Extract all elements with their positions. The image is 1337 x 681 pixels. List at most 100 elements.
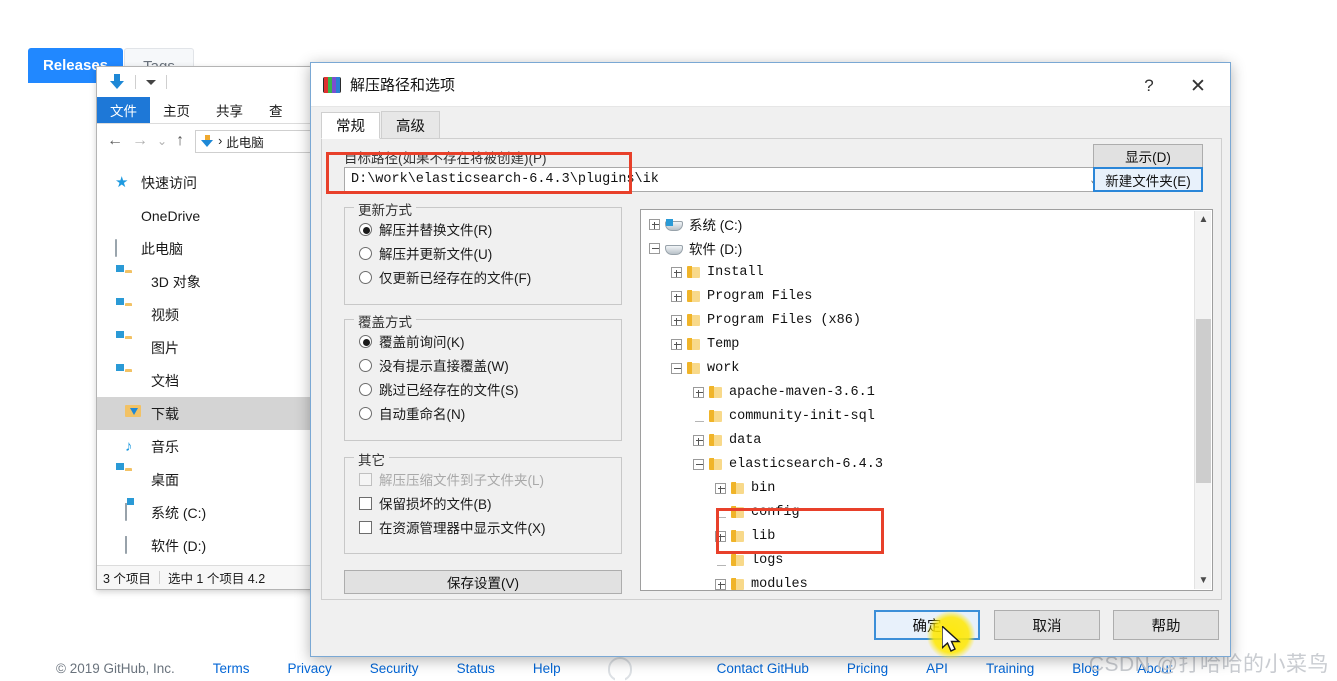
radio-icon [359,270,372,284]
nav-item-drive-c[interactable]: 系统 (C:) [97,496,323,529]
tree-node-modules[interactable]: modules [641,572,1194,590]
winrar-icon [323,76,341,93]
tree-node-label: apache-maven-3.6.1 [729,384,875,400]
footer-link-status[interactable]: Status [457,661,495,676]
radio-skip-existing[interactable]: 跳过已经存在的文件(S) [345,377,621,401]
chevron-down-icon[interactable]: ⌄ [157,134,167,148]
footer-link-contact-github[interactable]: Contact GitHub [717,661,809,676]
show-button[interactable]: 显示(D) [1093,144,1203,168]
footer-link-privacy[interactable]: Privacy [288,661,332,676]
nav-item-downloads[interactable]: 下载 [97,397,323,430]
tab-advanced[interactable]: 高级 [381,111,440,138]
nav-item-desktop[interactable]: 桌面 [97,463,323,496]
checkbox-show-in-explorer[interactable]: 在资源管理器中显示文件(X) [345,515,621,539]
tree-scrollbar[interactable]: ▲ ▼ [1194,211,1211,589]
nav-item-drive-d[interactable]: 软件 (D:) [97,529,323,562]
nav-item-documents[interactable]: 文档 [97,364,323,397]
radio-extract-update[interactable]: 解压并更新文件(U) [345,241,621,265]
expander-plus-icon[interactable] [715,482,726,494]
tree-node-temp[interactable]: Temp [641,332,1194,356]
tree-node-data[interactable]: data [641,428,1194,452]
tree-node-label: elasticsearch-6.4.3 [729,456,883,472]
tree-node-drive-c[interactable]: 系统 (C:) [641,212,1194,236]
expander-plus-icon[interactable] [671,314,682,326]
radio-update-existing-only[interactable]: 仅更新已经存在的文件(F) [345,265,621,289]
nav-item-onedrive[interactable]: OneDrive [97,199,323,232]
tree-node-drive-d[interactable]: 软件 (D:) [641,236,1194,260]
radio-ask-before-overwrite[interactable]: 覆盖前询问(K) [345,329,621,353]
nav-item-music[interactable]: ♪ 音乐 [97,430,323,463]
ribbon-tab-share[interactable]: 共享 [203,97,256,123]
radio-auto-rename[interactable]: 自动重命名(N) [345,401,621,425]
scroll-down-icon[interactable]: ▼ [1195,572,1212,589]
tree-node-label: bin [751,480,776,496]
nav-item-3d-objects[interactable]: 3D 对象 [97,265,323,298]
footer-link-pricing[interactable]: Pricing [847,661,888,676]
nav-label: 下载 [151,405,179,422]
expander-plus-icon[interactable] [715,578,726,590]
expander-plus-icon[interactable] [693,434,704,446]
nav-item-this-pc[interactable]: 此电脑 [97,232,323,265]
help-button[interactable]: 帮助 [1113,610,1219,640]
arrow-up-icon[interactable]: ↑ [176,132,184,150]
tree-node-community-init-sql[interactable]: community-init-sql [641,404,1194,428]
tree-node-bin[interactable]: bin [641,476,1194,500]
checkbox-keep-broken-files[interactable]: 保留损坏的文件(B) [345,491,621,515]
expander-plus-icon[interactable] [671,266,682,278]
tree-highlight-box [716,508,884,554]
file-explorer-window: 文件 主页 共享 查 ← → ⌄ ↑ › 此电脑 ★ 快速访问 OneDrive [96,66,324,590]
help-titlebar-button[interactable]: ? [1132,73,1166,99]
chevron-down-icon[interactable] [146,79,156,85]
drive-icon [125,536,142,554]
option-label: 解压压缩文件到子文件夹(L) [379,473,544,488]
folder-3d-icon [116,265,142,290]
save-settings-button[interactable]: 保存设置(V) [344,570,622,594]
ribbon-tab-view[interactable]: 查 [256,97,296,123]
overwrite-mode-group: 覆盖方式 覆盖前询问(K) 没有提示直接覆盖(W) 跳过已经存在的文件(S) 自… [344,311,622,441]
expander-minus-icon[interactable] [671,362,682,374]
tree-node-label: Program Files (x86) [707,312,861,328]
expander-plus-icon[interactable] [649,218,660,230]
arrow-left-icon[interactable]: ← [107,132,123,150]
cancel-button[interactable]: 取消 [994,610,1100,640]
footer-link-security[interactable]: Security [370,661,419,676]
address-path-box[interactable]: › 此电脑 [195,129,323,153]
tree-node-apache-maven[interactable]: apache-maven-3.6.1 [641,380,1194,404]
folder-desktop-icon [116,463,142,488]
dialog-title: 解压路径和选项 [350,77,456,94]
radio-icon [359,334,372,348]
tree-node-install[interactable]: Install [641,260,1194,284]
radio-overwrite-without-prompt[interactable]: 没有提示直接覆盖(W) [345,353,621,377]
folder-pictures-icon [116,331,142,356]
expander-plus-icon[interactable] [693,386,704,398]
new-folder-button[interactable]: 新建文件夹(E) [1093,167,1203,192]
footer-link-training[interactable]: Training [986,661,1034,676]
footer-link-help[interactable]: Help [533,661,561,676]
tree-node-program-files-x86[interactable]: Program Files (x86) [641,308,1194,332]
scroll-up-icon[interactable]: ▲ [1195,211,1212,228]
tree-node-elasticsearch[interactable]: elasticsearch-6.4.3 [641,452,1194,476]
ribbon-tab-file[interactable]: 文件 [97,97,150,123]
tab-general[interactable]: 常规 [321,112,380,139]
tree-node-program-files[interactable]: Program Files [641,284,1194,308]
radio-extract-replace[interactable]: 解压并替换文件(R) [345,217,621,241]
path-highlight-box [326,152,632,194]
footer-link-terms[interactable]: Terms [213,661,250,676]
tree-node-work[interactable]: work [641,356,1194,380]
expander-minus-icon[interactable] [693,458,704,470]
nav-item-pictures[interactable]: 图片 [97,331,323,364]
ribbon-tab-home[interactable]: 主页 [150,97,203,123]
navigation-pane: ★ 快速访问 OneDrive 此电脑 3D 对象 视频 图片 文档 下载 ♪ … [97,160,323,565]
folder-icon [709,458,722,470]
expander-plus-icon[interactable] [671,290,682,302]
expander-minus-icon[interactable] [649,242,660,254]
arrow-right-icon[interactable]: → [132,132,148,150]
download-icon[interactable] [109,74,125,90]
nav-item-videos[interactable]: 视频 [97,298,323,331]
nav-item-quick-access[interactable]: ★ 快速访问 [97,166,323,199]
close-icon[interactable]: ✕ [1180,73,1216,99]
address-separator: › [218,134,223,148]
ok-button[interactable]: 确定 [874,610,980,640]
expander-plus-icon[interactable] [671,338,682,350]
footer-link-api[interactable]: API [926,661,948,676]
